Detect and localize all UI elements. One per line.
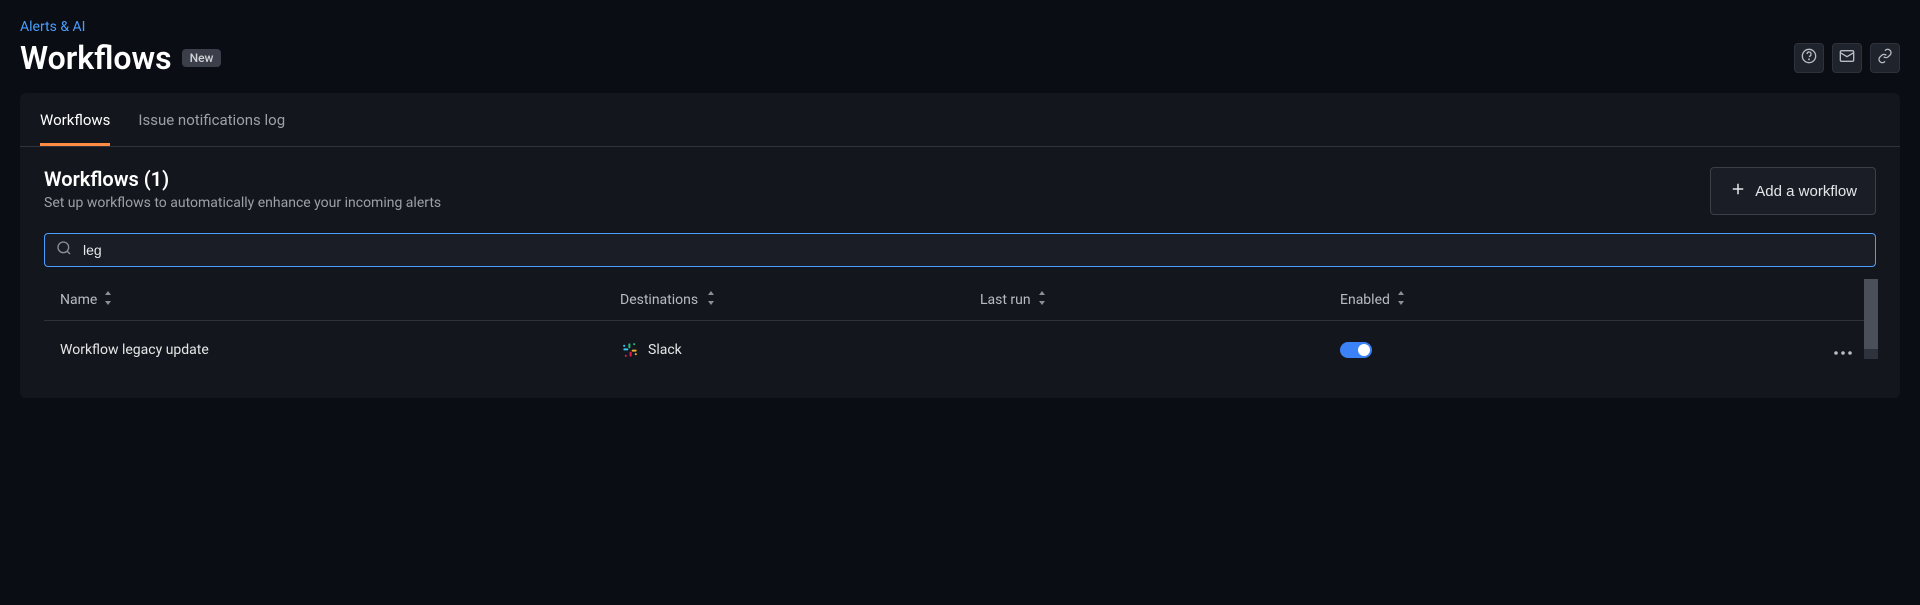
new-badge: New [182,49,222,67]
toggle-knob [1358,344,1370,356]
table-row[interactable]: Workflow legacy update [44,320,1876,378]
enabled-toggle[interactable] [1340,342,1372,358]
header-last-run[interactable]: Last run [980,292,1031,308]
breadcrumb-alerts-ai[interactable]: Alerts & AI [20,19,85,35]
search-input[interactable] [44,233,1876,267]
page-title: Workflows [20,39,172,77]
section-title: Workflows (1) [44,167,441,191]
destination-label: Slack [648,342,682,358]
table-header: Name Destinations Last run [44,279,1876,320]
help-button[interactable] [1794,43,1824,73]
workflow-name: Workflow legacy update [60,342,209,358]
scrollbar[interactable] [1864,279,1878,359]
sort-icon[interactable] [1037,291,1047,308]
search-icon [56,240,72,260]
sort-icon[interactable] [103,291,113,308]
plus-icon [1729,180,1747,202]
section-subtitle: Set up workflows to automatically enhanc… [44,195,441,211]
mail-button[interactable] [1832,43,1862,73]
add-workflow-label: Add a workflow [1755,183,1857,200]
header-destinations[interactable]: Destinations [620,292,698,308]
add-workflow-button[interactable]: Add a workflow [1710,167,1876,215]
mail-icon [1839,48,1855,68]
link-button[interactable] [1870,43,1900,73]
help-icon [1801,48,1817,68]
scrollbar-thumb[interactable] [1864,279,1878,349]
header-enabled[interactable]: Enabled [1340,292,1390,308]
sort-icon[interactable] [1396,291,1406,308]
slack-icon [620,340,640,360]
link-icon [1877,48,1893,68]
header-name[interactable]: Name [60,292,97,308]
more-actions-button[interactable] [1826,335,1860,364]
tab-workflows[interactable]: Workflows [40,93,110,146]
sort-icon[interactable] [706,291,716,308]
tab-issue-notifications-log[interactable]: Issue notifications log [138,93,285,146]
